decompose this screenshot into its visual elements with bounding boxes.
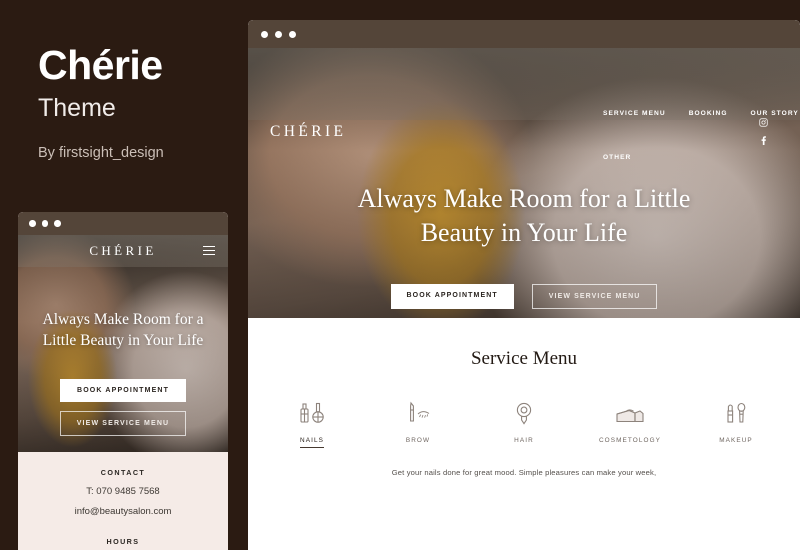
lipstick-brush-icon <box>721 398 751 428</box>
hero-headline-line1: Always Make Room for a Little <box>357 184 691 213</box>
mobile-hero-buttons: BOOK APPOINTMENT VIEW SERVICE MENU <box>18 379 228 436</box>
desktop-mockup: CHÉRIE SERVICE MENU BOOKING OUR STORY SH… <box>248 20 800 550</box>
service-label-brow: BROW <box>405 437 431 444</box>
screenshot-root: Chérie Theme By firstsight_design CHÉRIE… <box>0 0 800 550</box>
mobile-window-dot-minimize[interactable] <box>41 220 48 227</box>
nav-item-our-story[interactable]: OUR STORY <box>751 110 799 117</box>
mobile-view-service-menu-button[interactable]: VIEW SERVICE MENU <box>60 411 186 436</box>
mobile-window-dot-maximize[interactable] <box>54 220 61 227</box>
service-label-cosmetology: COSMETOLOGY <box>598 437 662 444</box>
service-description: Get your nails done for great mood. Simp… <box>391 468 657 477</box>
instagram-icon[interactable] <box>759 118 768 127</box>
nav-item-service-menu[interactable]: SERVICE MENU <box>603 110 666 117</box>
desktop-nav-primary: SERVICE MENU BOOKING OUR STORY SHOP WEDD… <box>603 110 800 117</box>
service-menu-section: Service Menu NAILS BROW HAIR COSMETOLOGY… <box>248 318 800 550</box>
promo-subtitle: Theme <box>38 94 116 123</box>
mobile-brand-logo[interactable]: CHÉRIE <box>89 243 156 259</box>
mobile-contact-section: CONTACT T: 070 9485 7568 info@beautysalo… <box>18 452 228 546</box>
nail-polish-icon <box>297 398 327 428</box>
service-category-hair[interactable]: HAIR <box>488 398 560 448</box>
hours-heading: HOURS <box>106 537 140 546</box>
mobile-window-dot-close[interactable] <box>29 220 36 227</box>
contact-heading: CONTACT <box>100 468 146 477</box>
service-category-nails[interactable]: NAILS <box>276 398 348 448</box>
window-dot-minimize[interactable] <box>275 30 282 38</box>
desktop-social-links <box>759 118 768 145</box>
contact-phone[interactable]: T: 070 9485 7568 <box>18 486 228 497</box>
cosmetics-box-icon <box>613 398 647 428</box>
window-dot-close[interactable] <box>261 30 268 38</box>
mobile-headline-line1: Always Make Room for a <box>42 311 204 328</box>
desktop-hero-copy: Always Make Room for a Little Beauty in … <box>248 182 800 251</box>
service-category-brow[interactable]: BROW <box>382 398 454 448</box>
service-label-makeup: MAKEUP <box>719 437 753 444</box>
mobile-hero-copy: Always Make Room for a Little Beauty in … <box>18 309 228 351</box>
service-menu-title: Service Menu <box>470 348 578 369</box>
hero-headline-line2: Beauty in Your Life <box>420 218 628 248</box>
facebook-icon[interactable] <box>759 135 768 145</box>
service-label-hair: HAIR <box>514 437 534 444</box>
desktop-browser-chrome <box>248 20 800 48</box>
hair-dryer-icon <box>509 398 539 428</box>
view-service-menu-button[interactable]: VIEW SERVICE MENU <box>531 284 658 309</box>
mobile-book-appointment-button[interactable]: BOOK APPOINTMENT <box>60 379 186 402</box>
nav-item-other[interactable]: OTHER <box>603 154 631 161</box>
window-dot-maximize[interactable] <box>289 30 296 38</box>
book-appointment-button[interactable]: BOOK APPOINTMENT <box>390 284 514 309</box>
mobile-navbar: CHÉRIE <box>18 235 228 267</box>
desktop-hero: CHÉRIE SERVICE MENU BOOKING OUR STORY SH… <box>248 48 800 318</box>
desktop-nav-secondary: OTHER <box>603 146 631 164</box>
mobile-browser-chrome <box>18 212 228 235</box>
mobile-headline-line2: Little Beauty in Your Life <box>42 332 204 350</box>
brow-tools-icon <box>403 398 433 428</box>
page-title: Chérie <box>38 42 163 88</box>
contact-email[interactable]: info@beautysalon.com <box>18 506 228 517</box>
mobile-mockup: CHÉRIE Always Make Room for a Little Bea… <box>18 212 228 550</box>
promo-byline: By firstsight_design <box>38 145 164 162</box>
mobile-hero: CHÉRIE Always Make Room for a Little Bea… <box>18 235 228 452</box>
hamburger-menu-icon[interactable] <box>203 246 215 256</box>
promo-block: Chérie Theme By firstsight_design <box>38 42 238 162</box>
service-label-nails: NAILS <box>300 437 324 448</box>
desktop-brand-logo[interactable]: CHÉRIE <box>270 123 346 141</box>
service-category-makeup[interactable]: MAKEUP <box>700 398 772 448</box>
nav-item-booking[interactable]: BOOKING <box>689 110 728 117</box>
service-category-cosmetology[interactable]: COSMETOLOGY <box>594 398 666 448</box>
desktop-hero-buttons: BOOK APPOINTMENT VIEW SERVICE MENU <box>248 284 800 309</box>
service-category-row: NAILS BROW HAIR COSMETOLOGY MAKEUP <box>248 398 800 448</box>
